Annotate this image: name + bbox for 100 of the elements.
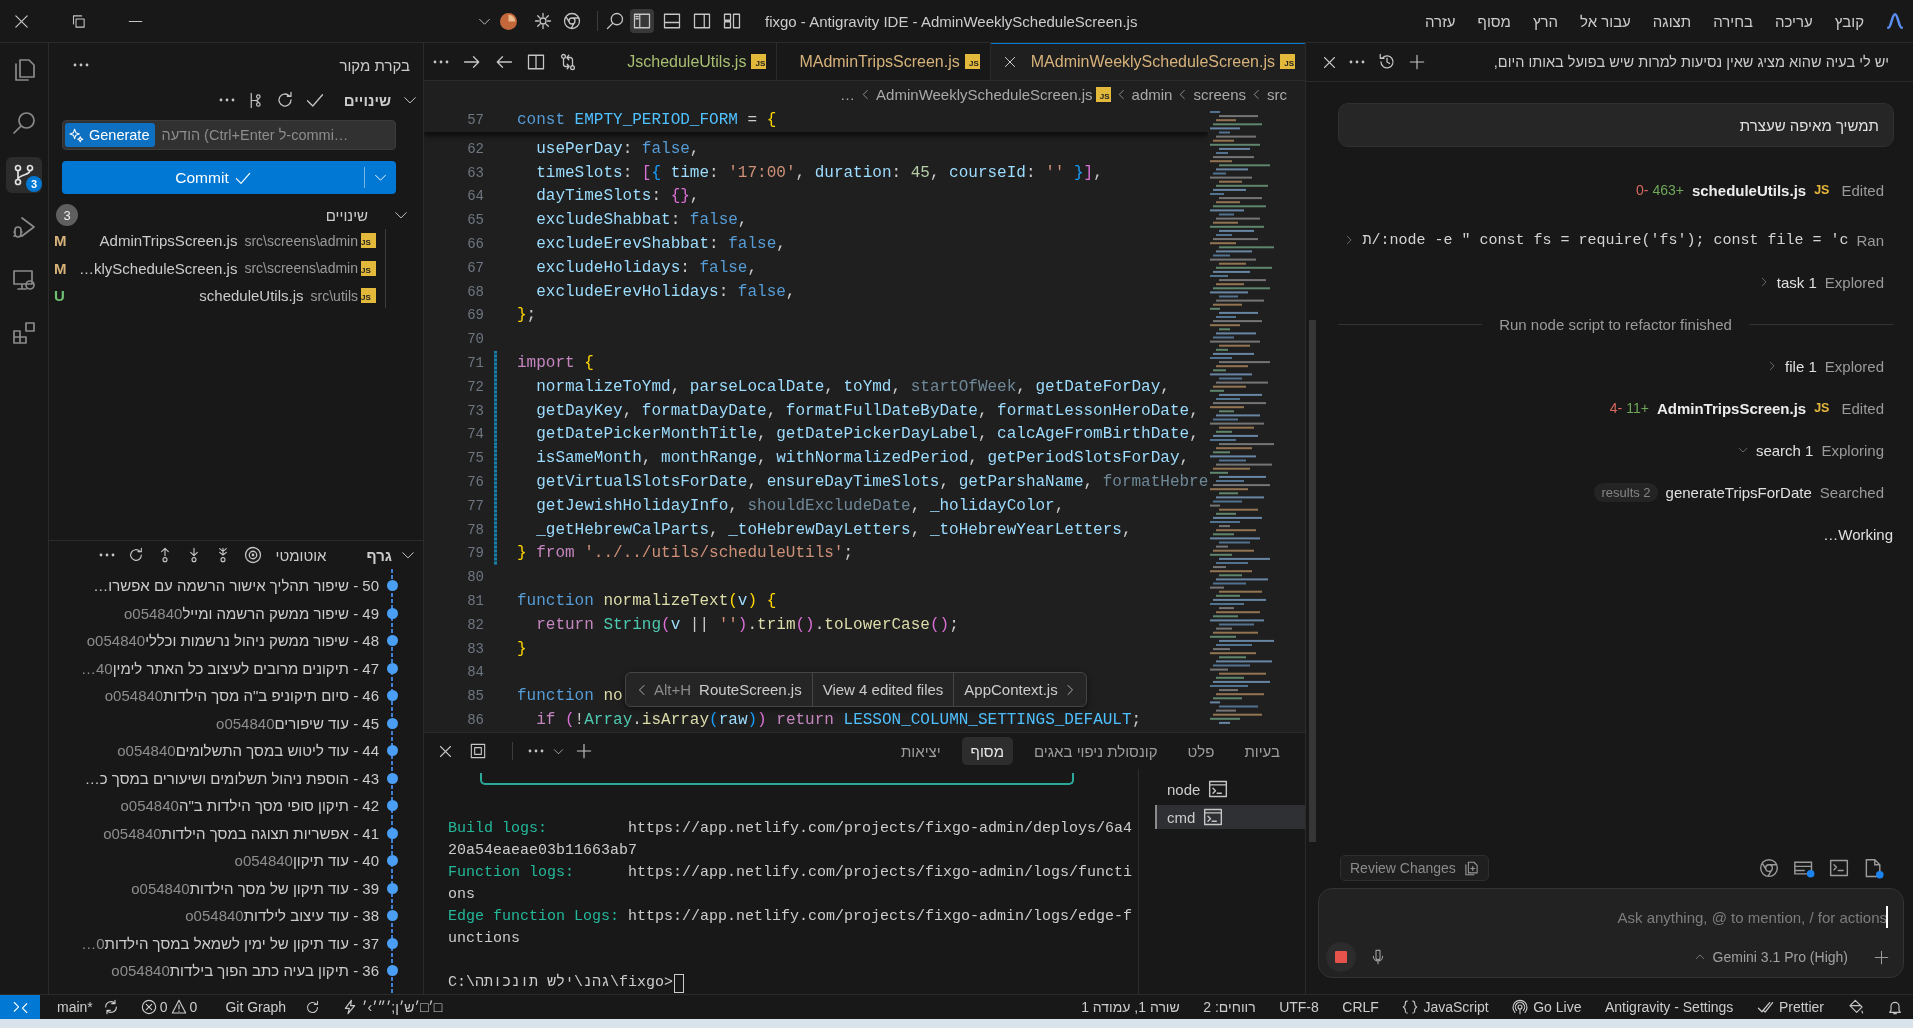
next-file-button[interactable]: AppContext.js [954,673,1086,706]
language-button[interactable]: JavaScript [1402,995,1489,1019]
activity-bar-item[interactable]: 3 [6,157,42,193]
aperture-icon[interactable] [563,12,581,30]
arch-logo-icon[interactable] [1886,12,1904,30]
close-icon[interactable] [1322,54,1337,70]
extension-status[interactable]: ׳‹׳״׳;ן׳ש׳□׳□ [342,995,443,1019]
commit-message[interactable]: 42 - תיקון סופי מסך הילדות ב"ה [178,797,379,815]
commit-message-input[interactable]: הודעה (Ctrl+Enter ל-commi… [155,123,393,147]
file-name[interactable]: AdminTripsScreen.js [99,232,238,250]
refresh-icon[interactable] [128,547,145,563]
auto-mode-label[interactable]: אוטומטי [275,546,327,564]
generate-button[interactable]: Generate [65,123,156,147]
plus-icon[interactable] [1409,54,1425,70]
microphone-icon[interactable] [1370,949,1386,965]
breadcrumb[interactable]: admin [1131,85,1173,103]
previous-file-button[interactable]: Alt+H RouteScreen.js [626,673,812,706]
split-editor-icon[interactable] [527,52,545,71]
terminal-list-item[interactable]: node [1155,777,1305,801]
more-actions-icon[interactable] [99,553,116,557]
target-icon[interactable] [244,546,263,564]
section-title[interactable]: גרף [366,546,392,564]
maximize-icon[interactable] [470,743,486,759]
more-actions-icon[interactable] [218,98,235,102]
avatar-icon[interactable] [500,12,517,30]
commit-button[interactable]: Commit [62,161,364,194]
file-link[interactable]: AdminTripsScreen.js [1656,399,1807,417]
scrollbar[interactable] [1309,320,1316,842]
refresh-icon[interactable] [305,999,321,1015]
menu-item[interactable]: הרץ [1532,12,1558,30]
compare-icon[interactable] [559,52,577,71]
gear-icon[interactable] [534,12,552,30]
go-live-button[interactable]: Go Live [1512,995,1582,1019]
section-title[interactable]: שינויים [343,91,391,109]
close-icon[interactable] [13,12,30,30]
file-link[interactable]: scheduleUtils.js [1691,181,1807,199]
model-selector[interactable]: Gemini 3.1 Pro (High) [1694,949,1848,965]
terminal-icon[interactable] [1829,858,1849,878]
section-title[interactable]: שינויים [325,206,368,224]
chevron-right-icon[interactable] [1344,235,1355,245]
menu-item[interactable]: עבור אל [1580,12,1631,30]
close-icon[interactable] [438,743,453,759]
commit-message[interactable]: 46 - סיום תיקוניפ ב"ה מסך הילדות [163,687,379,705]
more-actions-icon[interactable] [1349,60,1365,64]
indentation-button[interactable]: רווחים: 2 [1203,995,1256,1019]
check-icon[interactable] [305,91,324,109]
line-ending-button[interactable]: CRLF [1342,995,1379,1019]
close-icon[interactable] [1002,54,1017,69]
step-detail[interactable]: task 1 [1776,273,1817,291]
panel-tab[interactable]: קונסולת ניפוי באגים [1025,737,1167,765]
search-icon[interactable] [606,12,624,30]
commit-message[interactable]: 37 - עוד תיקון של ימין לשמאל במסך הילדות [104,934,379,952]
restore-icon[interactable] [71,13,86,29]
view-edited-files-button[interactable]: View 4 edited files [811,673,955,706]
formatter-button[interactable]: Prettier [1756,995,1824,1019]
settings-button[interactable]: Antigravity - Settings [1605,995,1734,1019]
refresh-icon[interactable] [275,91,294,109]
breadcrumb[interactable]: screens [1193,85,1246,103]
aperture-icon[interactable] [1759,858,1779,878]
editor-tab[interactable]: MAdminWeeklyScheduleScreen.js JS [990,43,1305,80]
problems-button[interactable]: 0 0 [140,995,198,1019]
menu-item[interactable]: תצוגה [1652,12,1692,30]
breadcrumb[interactable]: AdminWeeklyScheduleScreen.js JS [876,85,1111,103]
chat-input[interactable]: Ask anything, @ to mention, / for actions [1319,894,1903,940]
commit-message[interactable]: 40 - עוד תיקון [292,852,379,870]
git-graph-button[interactable]: Git Graph [225,995,287,1019]
breadcrumb[interactable]: … [840,85,856,103]
history-icon[interactable] [1378,53,1396,71]
breadcrumb[interactable]: src [1267,85,1287,103]
drawer-icon[interactable] [1793,858,1815,878]
commit-message[interactable]: 44 - עוד ליטוש במסך התשלומים [175,742,379,760]
commit-message[interactable]: 41 - אפשריות תצוגה במסך הילדות [161,824,379,842]
more-actions-icon[interactable] [73,63,89,67]
remote-button[interactable] [0,995,40,1019]
commit-message[interactable]: 50 - שיפור תהליך אישור הרשמה עם אפשרו… [93,577,379,595]
paint-bucket-icon[interactable] [1847,999,1864,1015]
chevron-right-icon[interactable] [1767,361,1778,371]
panel-tab[interactable]: בעיות [1235,737,1289,765]
commit-message[interactable]: 45 - עוד שיפורים [274,714,379,732]
menu-item[interactable]: בחירה [1713,12,1753,30]
commit-message[interactable]: 43 - הוספת ניהול תשלומים ושיעורים במסך כ… [84,769,379,787]
review-changes-button[interactable]: Review Changes [1340,855,1489,881]
plus-icon[interactable] [576,743,592,759]
chat-input-field[interactable]: Ask anything, @ to mention, / for actions Gemini 3.1 Pro (High) [1318,888,1904,978]
encoding-button[interactable]: UTF-8 [1279,995,1319,1019]
menu-item[interactable]: עריכה [1775,12,1813,30]
cursor-position-button[interactable]: שורה 1, עמודה 1 [1081,995,1180,1019]
command-text[interactable]: node -e " const fs = require('fs'); const file = 'c:/ת [1362,231,1849,249]
commit-message[interactable]: 38 - עוד עיצוב לילדות [243,907,379,925]
layout-toggle-button[interactable] [630,9,654,33]
step-detail[interactable]: file 1 [1785,357,1817,375]
more-actions-icon[interactable] [433,59,449,64]
step-detail[interactable]: search 1 [1755,441,1814,459]
commit-message[interactable]: 48 - שיפור ממשק ניהול נרשמות וכללי [145,632,379,650]
commit-message[interactable]: 47 - תיקונים מרובים לעיצוב כל האתר לימין [112,659,379,677]
menu-item[interactable]: קובץ [1834,12,1864,30]
bell-icon[interactable] [1887,999,1903,1015]
panel-tab[interactable]: פלט [1178,737,1224,765]
commit-message[interactable]: 39 - עוד תיקון של מסך הילדות [189,879,379,897]
terminal-list-item[interactable]: cmd [1155,805,1305,829]
